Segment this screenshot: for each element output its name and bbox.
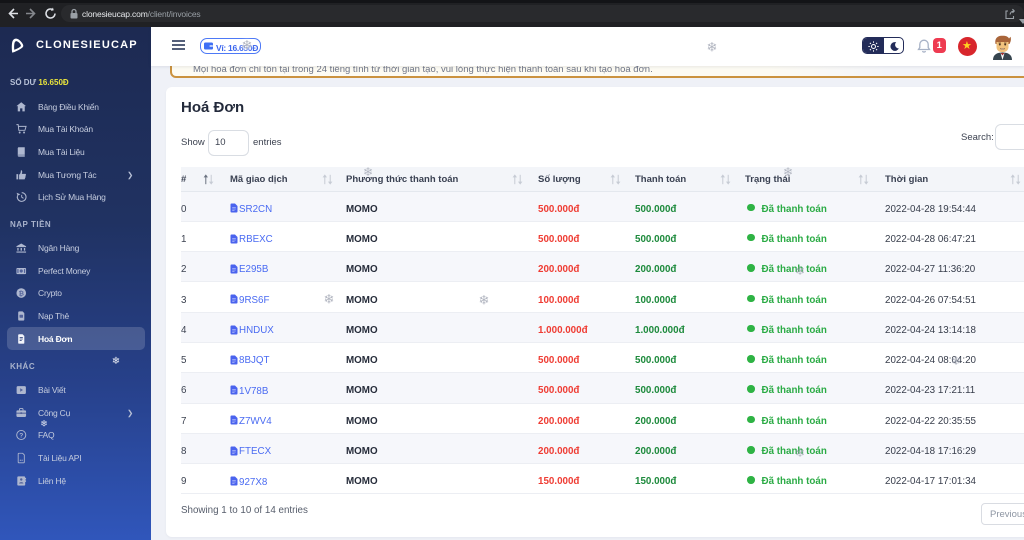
svg-text:?: ? bbox=[19, 432, 23, 439]
svg-text:₿: ₿ bbox=[19, 289, 25, 297]
